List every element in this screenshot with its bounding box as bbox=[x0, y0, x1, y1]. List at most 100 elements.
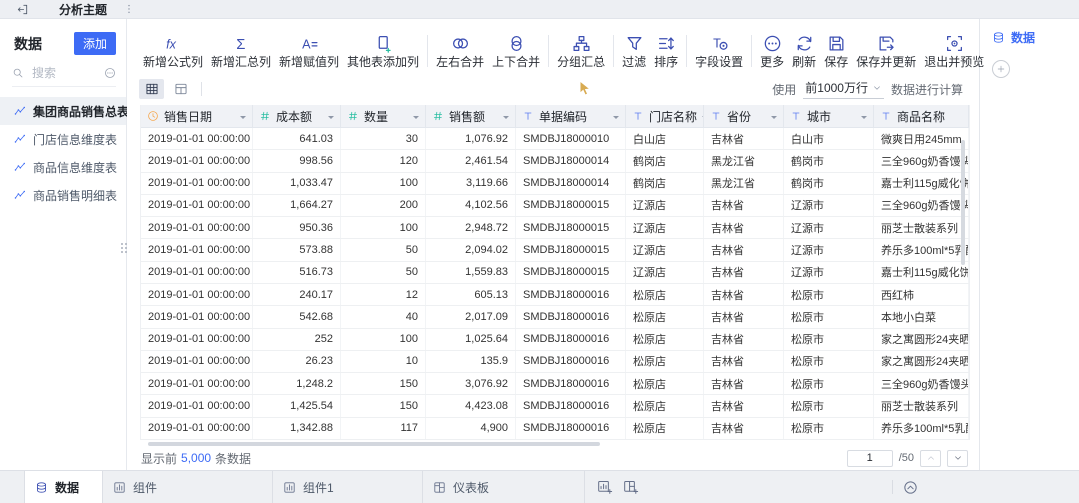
table-cell: SMDBJ18000015 bbox=[516, 195, 626, 216]
tab-bar-right bbox=[892, 471, 918, 503]
caret-down-icon[interactable] bbox=[413, 116, 419, 122]
caret-down-icon[interactable] bbox=[771, 116, 777, 122]
table-cell: 100 bbox=[341, 217, 426, 238]
caret-down-icon[interactable] bbox=[240, 116, 246, 122]
toolbar-new-assign-column-button[interactable]: A新增赋值列 bbox=[275, 34, 343, 69]
bottom-tab-dashboard[interactable]: 仪表板 bbox=[423, 471, 585, 503]
column-header-4[interactable]: 销售额 bbox=[426, 105, 516, 127]
toolbar-new-summary-column-button[interactable]: Σ新增汇总列 bbox=[207, 34, 275, 69]
dashboard-icon bbox=[433, 481, 446, 494]
collapse-panel-icon[interactable] bbox=[903, 480, 918, 495]
toolbar-group-summary-button[interactable]: 分组汇总 bbox=[553, 34, 609, 69]
toolbar-merge-left-right-button[interactable]: 左右合并 bbox=[432, 34, 488, 69]
table-row[interactable]: 2019-01-01 00:00:001,425.541504,423.08SM… bbox=[141, 395, 969, 417]
table-row[interactable]: 2019-01-01 00:00:001,033.471003,119.66SM… bbox=[141, 173, 969, 195]
column-header-1[interactable]: 销售日期 bbox=[141, 105, 253, 127]
add-component-icon[interactable] bbox=[597, 479, 613, 495]
page-down-button[interactable] bbox=[947, 450, 968, 467]
table-row[interactable]: 2019-01-01 00:00:00998.561202,461.54SMDB… bbox=[141, 150, 969, 172]
sidebar-item-table[interactable]: 商品信息维度表 bbox=[0, 153, 126, 181]
table-cell: 1,248.2 bbox=[253, 373, 341, 394]
toolbar-refresh-button[interactable]: 刷新 bbox=[788, 34, 820, 69]
caret-down-icon[interactable] bbox=[503, 116, 509, 122]
table-row[interactable]: 2019-01-01 00:00:002521001,025.64SMDBJ18… bbox=[141, 329, 969, 351]
table-row[interactable]: 2019-01-01 00:00:00516.73501,559.83SMDBJ… bbox=[141, 262, 969, 284]
toolbar-add-column-from-other-table-button[interactable]: 其他表添加列 bbox=[343, 34, 423, 69]
column-header-6[interactable]: 门店名称 bbox=[626, 105, 704, 127]
more-vert-icon[interactable] bbox=[123, 3, 135, 15]
column-header-5[interactable]: 单据编码 bbox=[516, 105, 626, 127]
table-row[interactable]: 2019-01-01 00:00:00573.88502,094.02SMDBJ… bbox=[141, 239, 969, 261]
toolbar-new-formula-column-button[interactable]: fx新增公式列 bbox=[139, 34, 207, 69]
bottom-tab-component-1[interactable]: 组件1 bbox=[273, 471, 423, 503]
table-row[interactable]: 2019-01-01 00:00:00641.03301,076.92SMDBJ… bbox=[141, 128, 969, 150]
toolbar-button-label: 左右合并 bbox=[436, 56, 484, 69]
table-row[interactable]: 2019-01-01 00:00:001,248.21503,076.92SMD… bbox=[141, 373, 969, 395]
sidebar-item-table[interactable]: 商品销售明细表 bbox=[0, 181, 126, 209]
column-header-label: 成本额 bbox=[276, 108, 312, 125]
table-cell: 605.13 bbox=[426, 284, 516, 305]
toolbar-sort-button[interactable]: 排序 bbox=[650, 34, 682, 69]
table-cell: 30 bbox=[341, 128, 426, 149]
caret-down-icon[interactable] bbox=[861, 116, 867, 122]
row-limit-select[interactable]: 前1000万行 bbox=[803, 79, 884, 99]
exit-icon[interactable] bbox=[16, 3, 29, 16]
card-view-button[interactable] bbox=[168, 79, 193, 99]
table-cell: 黑龙江省 bbox=[704, 150, 784, 171]
table-cell: 117 bbox=[341, 418, 426, 439]
bottom-tab-component[interactable]: 组件 bbox=[103, 471, 273, 503]
table-cell: 吉林省 bbox=[704, 329, 784, 350]
toolbar-merge-top-bottom-button[interactable]: 上下合并 bbox=[488, 34, 544, 69]
table-cell: 辽源市 bbox=[784, 217, 874, 238]
add-data-button[interactable]: 添加 bbox=[74, 32, 116, 55]
sidebar-item-label: 商品信息维度表 bbox=[33, 159, 117, 176]
right-panel-data-tab[interactable]: 数据 bbox=[992, 29, 1079, 46]
divider bbox=[201, 82, 202, 96]
column-header-2[interactable]: 成本额 bbox=[253, 105, 341, 127]
table-row[interactable]: 2019-01-01 00:00:001,664.272004,102.56SM… bbox=[141, 195, 969, 217]
table-cell: 鹤岗市 bbox=[784, 150, 874, 171]
toolbar-button-label: 新增汇总列 bbox=[211, 56, 271, 69]
search-input[interactable] bbox=[30, 65, 104, 81]
toolbar-more-button[interactable]: 更多 bbox=[756, 34, 788, 69]
column-header-7[interactable]: 省份 bbox=[704, 105, 784, 127]
caret-down-icon[interactable] bbox=[613, 116, 619, 122]
table-row[interactable]: 2019-01-01 00:00:00240.1712605.13SMDBJ18… bbox=[141, 284, 969, 306]
table-cell: 松原市 bbox=[784, 373, 874, 394]
page-up-button[interactable] bbox=[920, 450, 941, 467]
add-dataset-button[interactable] bbox=[992, 60, 1010, 78]
vertical-scrollbar[interactable] bbox=[961, 140, 965, 265]
toolbar-exit-and-preview-button[interactable]: 退出并预览 bbox=[920, 34, 988, 69]
toolbar-filter-button[interactable]: 过滤 bbox=[618, 34, 650, 69]
analysis-subject-tab[interactable]: 分析主题 bbox=[59, 1, 107, 18]
column-header-9[interactable]: 商品名称 bbox=[874, 105, 969, 127]
table-cell: 4,102.56 bbox=[426, 195, 516, 216]
table-row[interactable]: 2019-01-01 00:00:00950.361002,948.72SMDB… bbox=[141, 217, 969, 239]
table-row[interactable]: 2019-01-01 00:00:0026.2310135.9SMDBJ1800… bbox=[141, 351, 969, 373]
rowcount-value[interactable]: 5,000 bbox=[181, 451, 211, 465]
grid-view-button[interactable] bbox=[139, 79, 164, 99]
table-cell: 辽源店 bbox=[626, 217, 704, 238]
more-icon bbox=[763, 34, 782, 53]
sidebar-item-table[interactable]: 门店信息维度表 bbox=[0, 125, 126, 153]
table-row[interactable]: 2019-01-01 00:00:001,342.881174,900SMDBJ… bbox=[141, 418, 969, 440]
bottom-tab-data[interactable]: 数据 bbox=[25, 471, 103, 503]
column-header-8[interactable]: 城市 bbox=[784, 105, 874, 127]
page-input[interactable] bbox=[847, 450, 893, 467]
sidebar-header: 数据 添加 bbox=[0, 19, 126, 63]
table-cell: 三全960g奶香馒头 bbox=[874, 373, 969, 394]
column-header-label: 门店名称 bbox=[649, 108, 697, 125]
column-header-3[interactable]: 数量 bbox=[341, 105, 426, 127]
batch-select-icon[interactable] bbox=[104, 67, 116, 79]
add-dashboard-icon[interactable] bbox=[623, 479, 639, 495]
horizontal-scrollbar[interactable] bbox=[148, 442, 600, 446]
table-row[interactable]: 2019-01-01 00:00:00542.68402,017.09SMDBJ… bbox=[141, 306, 969, 328]
toolbar-save-and-update-button[interactable]: 保存并更新 bbox=[852, 34, 920, 69]
bottom-tab-label: 数据 bbox=[55, 479, 79, 496]
sidebar-item-table[interactable]: 集团商品销售总表 bbox=[0, 97, 126, 125]
caret-down-icon[interactable] bbox=[328, 116, 334, 122]
toolbar-save-button[interactable]: 保存 bbox=[820, 34, 852, 69]
toolbar-field-settings-button[interactable]: T字段设置 bbox=[691, 34, 747, 69]
toolbar-button-label: 排序 bbox=[654, 56, 678, 69]
merge-lr-icon bbox=[451, 34, 470, 53]
